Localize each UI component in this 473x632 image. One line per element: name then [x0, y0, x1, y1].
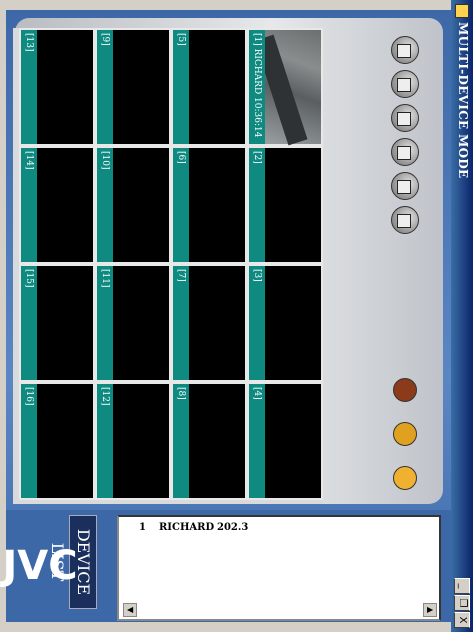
camera-cell[interactable]: [15] [19, 264, 95, 382]
open-folder-icon[interactable] [393, 466, 417, 490]
action-buttons [383, 378, 423, 498]
device-row[interactable]: 1 RICHARD 202.3 [139, 521, 439, 537]
playback-mode-icon[interactable] [391, 206, 419, 234]
scroll-down-button[interactable]: ▼ [123, 603, 137, 617]
camera-cell[interactable]: [12] [95, 382, 171, 500]
camera-cell[interactable]: [4] [247, 382, 323, 500]
quad-view-icon[interactable] [391, 70, 419, 98]
camera-label: [11] [97, 266, 113, 380]
camera-label: [9] [97, 30, 113, 144]
camera-thumbnail [254, 30, 321, 146]
nine-view-icon[interactable] [391, 104, 419, 132]
camera-cell[interactable]: [6] [171, 146, 247, 264]
camera-label: [2] [249, 148, 265, 262]
camera-label: [7] [173, 266, 189, 380]
restore-button[interactable]: ❐ [454, 595, 470, 611]
camera-label: [6] [173, 148, 189, 262]
video-panel: [1] RICHARD 10:36:14 [2] [3] [4] [5] [6] [7] [8… [13, 18, 443, 504]
camera-label: [15] [21, 266, 37, 380]
camera-cell[interactable]: [1] RICHARD 10:36:14 [247, 28, 323, 146]
camera-cell[interactable]: [5] [171, 28, 247, 146]
minimize-button[interactable]: _ [454, 578, 470, 594]
main-area: [1] RICHARD 10:36:14 [2] [3] [4] [5] [6] [7] [8… [2, 10, 451, 622]
camera-cell[interactable]: [8] [171, 382, 247, 500]
camera-label: [3] [249, 266, 265, 380]
stop-icon[interactable] [393, 378, 417, 402]
camera-cell[interactable]: [2] [247, 146, 323, 264]
camera-grid: [1] RICHARD 10:36:14 [2] [3] [4] [5] [6] [7] [8… [13, 28, 323, 504]
camera-cell[interactable]: [13] [19, 28, 95, 146]
snapshot-icon[interactable] [393, 422, 417, 446]
camera-label: [4] [249, 384, 265, 498]
title-bar: MULTI-DEVICE MODE _ ❐ X [451, 0, 473, 632]
camera-cell[interactable]: [10] [95, 146, 171, 264]
camera-cell[interactable]: [11] [95, 264, 171, 382]
camera-label: [10] [97, 148, 113, 262]
camera-label: [5] [173, 30, 189, 144]
camera-label: [16] [21, 384, 37, 498]
window-title: MULTI-DEVICE MODE [456, 22, 470, 179]
device-list: 1 RICHARD 202.3 ▲ ▼ [117, 515, 441, 621]
view-mode-buttons [383, 36, 423, 336]
camera-cell[interactable]: [9] [95, 28, 171, 146]
close-button[interactable]: X [454, 612, 470, 628]
device-address: 202.3 [217, 522, 249, 533]
camera-label: [14] [21, 148, 37, 262]
record-mode-icon[interactable] [391, 172, 419, 200]
device-name: RICHARD [159, 522, 215, 533]
camera-cell[interactable]: [7] [171, 264, 247, 382]
app-icon [455, 4, 469, 18]
single-view-icon[interactable] [391, 36, 419, 64]
scroll-up-button[interactable]: ▲ [423, 603, 437, 617]
device-index: 1 [139, 522, 146, 533]
camera-cell[interactable]: [3] [247, 264, 323, 382]
camera-label: [1] RICHARD 10:36:14 [249, 30, 265, 144]
sixteen-view-icon[interactable] [391, 138, 419, 166]
camera-label: [12] [97, 384, 113, 498]
camera-label: [8] [173, 384, 189, 498]
app-window: MULTI-DEVICE MODE _ ❐ X [1] RICHARD 10:3… [0, 0, 473, 632]
jvc-logo: JVC [2, 543, 78, 589]
camera-cell[interactable]: [16] [19, 382, 95, 500]
device-panel: 1 RICHARD 202.3 ▲ ▼ DEVICE LIST JVC [2, 510, 451, 622]
camera-cell[interactable]: [14] [19, 146, 95, 264]
camera-label: [13] [21, 30, 37, 144]
